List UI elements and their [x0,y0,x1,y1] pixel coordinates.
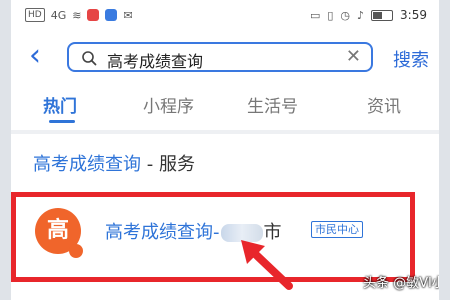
magnifier-tail-icon [69,244,83,258]
app-logo: 高 [35,208,83,258]
section-keyword: 高考成绩查询 [33,154,141,175]
result-title-text: 高考成绩查询- [105,222,220,243]
signal-label: 4G [50,8,67,22]
tab-news[interactable]: 资讯 [367,92,401,117]
clear-icon[interactable]: ✕ [346,48,361,66]
result-tabs: 热门 小程序 生活号 资讯 [11,84,439,124]
status-left-icons: HD 4G ≋ ✉ [25,8,133,22]
phone-screen: HD 4G ≋ ✉ ▭ ▯ ◷ ♪ 3:59 ‹ 高考成绩查询 ✕ 搜索 热门 … [11,0,439,300]
tab-life-account[interactable]: 生活号 [247,92,298,117]
tab-mini-program[interactable]: 小程序 [143,92,194,117]
section-suffix: - 服务 [141,154,195,175]
chat-icon: ✉ [123,8,133,22]
watermark: 头条 @敏VI小姐 [363,276,439,291]
red-arrow-icon [241,240,293,290]
section-title: 高考成绩查询 - 服务 [33,150,195,176]
search-input[interactable]: 高考成绩查询 ✕ [67,42,373,72]
hd-badge: HD [25,8,45,22]
clock: 3:59 [400,8,427,22]
vibrate-icon: ▯ [327,8,334,22]
app-logo-char: 高 [46,218,69,243]
back-arrow-icon[interactable]: ‹ [29,41,53,72]
status-right-icons: ▭ ▯ ◷ ♪ 3:59 [310,8,427,22]
cast-icon: ▭ [309,8,321,22]
status-bar: HD 4G ≋ ✉ ▭ ▯ ◷ ♪ 3:59 [11,0,439,30]
active-tab-indicator [49,120,75,123]
alarm-icon: ◷ [340,8,351,22]
search-button[interactable]: 搜索 [393,46,429,72]
search-icon [82,51,97,66]
tab-hot[interactable]: 热门 [43,92,77,117]
battery-icon [371,9,394,21]
citizen-center-tag: 市民中心 [311,221,363,238]
search-query: 高考成绩查询 [107,52,204,71]
notification-app-icon [87,9,100,21]
divider [11,130,439,134]
mute-icon: ♪ [357,8,365,22]
notification-app-icon [105,9,118,21]
wifi-icon: ≋ [72,8,82,22]
